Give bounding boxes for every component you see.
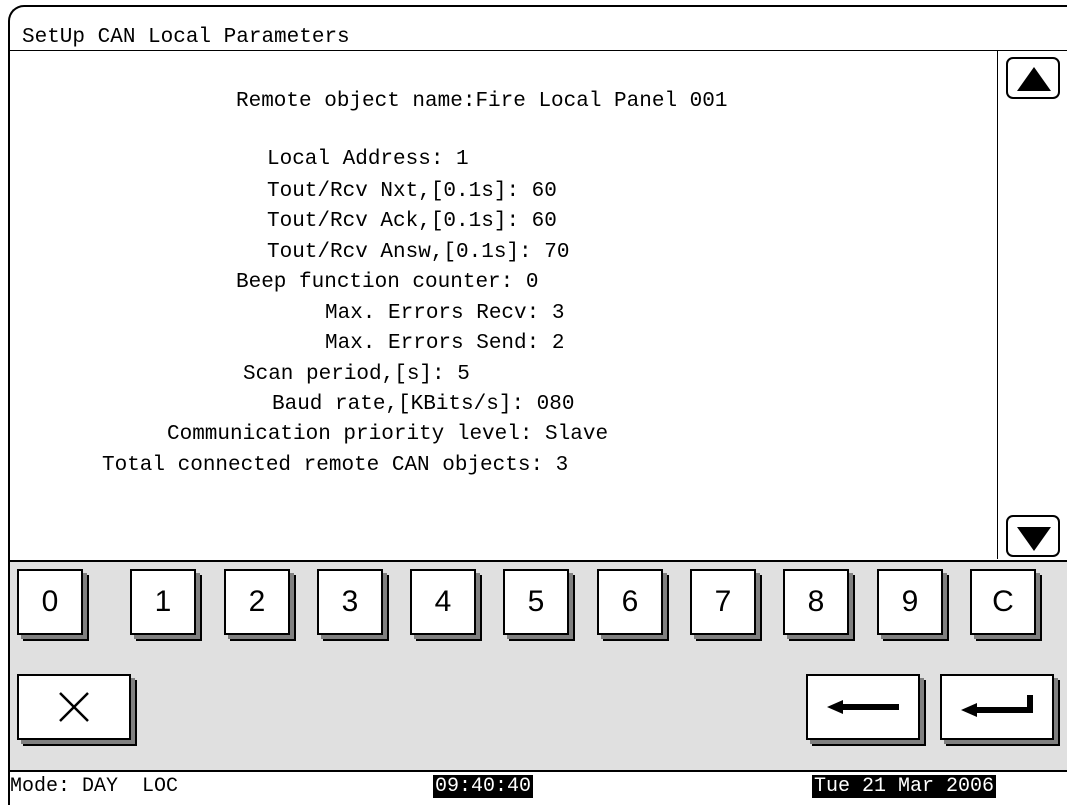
param-max-errors-recv: Max. Errors Recv: 3 [325,302,565,325]
key-9[interactable]: 9 [877,569,943,635]
key-6[interactable]: 6 [597,569,663,635]
scroll-up-button[interactable] [1006,57,1060,99]
param-priority-level: Communication priority level: Slave [167,423,609,446]
param-scan-period: Scan period,[s]: 5 [243,363,470,386]
param-local-address: Local Address: 1 [267,148,469,171]
triangle-down-icon [1017,527,1051,551]
key-2[interactable]: 2 [224,569,290,635]
param-tout-rcv-nxt: Tout/Rcv Nxt,[0.1s]: 60 [267,180,557,203]
param-tout-rcv-ack: Tout/Rcv Ack,[0.1s]: 60 [267,210,557,233]
status-bar: Mode: DAY LOC 09:40:40 Tue 21 Mar 2006 [10,770,1067,800]
keypad-panel: 0 1 2 3 4 5 6 7 8 9 C [10,560,1067,770]
param-baud-rate: Baud rate,[KBits/s]: 080 [272,393,575,416]
enter-arrow-icon [961,695,1033,717]
scroll-down-button[interactable] [1006,515,1060,557]
arrow-left-icon [827,700,899,714]
key-clear[interactable]: C [970,569,1036,635]
parameter-list: Remote object name:Fire Local Panel 001 … [0,0,1000,500]
cancel-button[interactable] [17,674,131,740]
triangle-up-icon [1017,67,1051,91]
clock-time: 09:40:40 [433,775,534,798]
param-remote-object-name: Remote object name:Fire Local Panel 001 [236,90,728,113]
backspace-button[interactable] [806,674,920,740]
param-max-errors-send: Max. Errors Send: 2 [325,332,565,355]
key-7[interactable]: 7 [690,569,756,635]
key-3[interactable]: 3 [317,569,383,635]
clock-date: Tue 21 Mar 2006 [812,775,997,798]
key-0[interactable]: 0 [17,569,83,635]
param-beep-counter: Beep function counter: 0 [236,271,539,294]
enter-button[interactable] [940,674,1054,740]
key-5[interactable]: 5 [503,569,569,635]
param-tout-rcv-answ: Tout/Rcv Answ,[0.1s]: 70 [267,241,570,264]
mode-indicator: Mode: DAY LOC [10,775,179,798]
key-1[interactable]: 1 [130,569,196,635]
key-8[interactable]: 8 [783,569,849,635]
key-4[interactable]: 4 [410,569,476,635]
param-total-remote: Total connected remote CAN objects: 3 [102,454,569,477]
x-icon [59,692,89,722]
